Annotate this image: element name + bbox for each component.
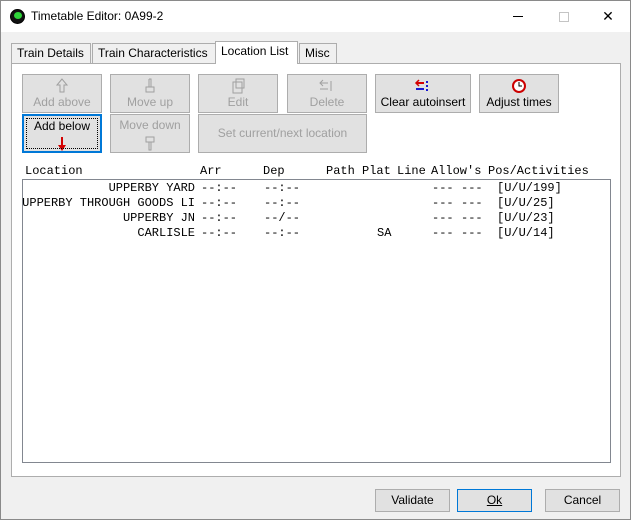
header-location: Location bbox=[25, 164, 83, 178]
arrow-down-icon bbox=[24, 136, 100, 152]
header-plat: Plat bbox=[362, 164, 391, 178]
ok-button[interactable]: Ok bbox=[457, 489, 532, 512]
cell-dep: --:-- bbox=[264, 181, 301, 195]
cell-pos: [U/U/25] bbox=[497, 196, 555, 210]
cell-arr: --:-- bbox=[201, 211, 238, 225]
timetable-editor-window: Timetable Editor: 0A99-2 ✕ Train Details… bbox=[0, 0, 631, 520]
adjust-times-label: Adjust times bbox=[486, 95, 552, 109]
delete-label: Delete bbox=[309, 95, 345, 109]
cell-allow2: --- bbox=[461, 211, 483, 225]
window-title: Timetable Editor: 0A99-2 bbox=[31, 9, 164, 23]
move-up-button: Move up bbox=[110, 74, 190, 113]
cell-arr: --:-- bbox=[201, 226, 238, 240]
add-above-label: Add above bbox=[33, 95, 91, 109]
set-current-next-label: Set current/next location bbox=[217, 126, 348, 140]
hand-up-icon bbox=[111, 78, 189, 94]
cell-allow1: --- bbox=[432, 196, 454, 210]
hand-down-icon bbox=[111, 135, 189, 151]
maximize-icon bbox=[559, 11, 569, 22]
minimize-icon bbox=[513, 16, 523, 17]
cell-location: UPPERBY JN bbox=[122, 211, 195, 225]
edit-button: Edit bbox=[198, 74, 278, 113]
maximize-button bbox=[541, 1, 587, 32]
tab-train-characteristics[interactable]: Train Characteristics bbox=[92, 43, 216, 63]
delete-button: Delete bbox=[287, 74, 367, 113]
table-row[interactable]: UPPERBY JN --:-- --/-- --- --- [U/U/23] bbox=[23, 211, 610, 226]
validate-button[interactable]: Validate bbox=[375, 489, 450, 512]
close-icon: ✕ bbox=[602, 8, 614, 24]
delete-icon bbox=[288, 78, 366, 94]
table-row[interactable]: CARLISLE --:-- --:-- SA --- --- [U/U/14] bbox=[23, 226, 610, 241]
clock-icon bbox=[480, 78, 558, 94]
cancel-button[interactable]: Cancel bbox=[545, 489, 620, 512]
cell-dep: --/-- bbox=[264, 211, 301, 225]
clear-autoinsert-icon bbox=[376, 78, 470, 94]
header-arr: Arr bbox=[200, 164, 222, 178]
app-icon bbox=[10, 9, 25, 24]
cell-location: UPPERBY THROUGH GOODS LI bbox=[22, 196, 195, 210]
cell-allow2: --- bbox=[461, 226, 483, 240]
cell-allow1: --- bbox=[432, 226, 454, 240]
add-above-button: Add above bbox=[22, 74, 102, 113]
cell-plat: SA bbox=[377, 226, 392, 240]
validate-label: Validate bbox=[391, 493, 434, 507]
minimize-button[interactable] bbox=[495, 1, 541, 32]
tab-label: Location List bbox=[221, 44, 289, 58]
cell-dep: --:-- bbox=[264, 226, 301, 240]
location-listbox[interactable]: UPPERBY YARD --:-- --:-- --- --- [U/U/19… bbox=[22, 179, 611, 463]
cell-pos: [U/U/199] bbox=[497, 181, 562, 195]
cell-allow1: --- bbox=[432, 211, 454, 225]
edit-icon bbox=[199, 78, 277, 94]
tab-label: Train Details bbox=[17, 46, 84, 60]
tab-label: Train Characteristics bbox=[98, 46, 208, 60]
cancel-label: Cancel bbox=[563, 493, 602, 507]
ok-label: Ok bbox=[486, 493, 503, 507]
header-dep: Dep bbox=[263, 164, 285, 178]
title-bar[interactable]: Timetable Editor: 0A99-2 ✕ bbox=[1, 1, 630, 32]
set-current-next-location-button: Set current/next location bbox=[198, 114, 367, 153]
cell-dep: --:-- bbox=[264, 196, 301, 210]
cell-pos: [U/U/14] bbox=[497, 226, 555, 240]
move-up-label: Move up bbox=[126, 95, 174, 109]
cell-allow1: --- bbox=[432, 181, 454, 195]
cell-pos: [U/U/23] bbox=[497, 211, 555, 225]
add-below-button[interactable]: Add below bbox=[22, 114, 102, 153]
cell-allow2: --- bbox=[461, 181, 483, 195]
add-below-label: Add below bbox=[33, 119, 91, 133]
cell-arr: --:-- bbox=[201, 196, 238, 210]
clear-autoinsert-label: Clear autoinsert bbox=[380, 95, 466, 109]
edit-label: Edit bbox=[227, 95, 249, 109]
adjust-times-button[interactable]: Adjust times bbox=[479, 74, 559, 113]
arrow-up-icon bbox=[23, 78, 101, 94]
cell-location: CARLISLE bbox=[137, 226, 195, 240]
cell-location: UPPERBY YARD bbox=[108, 181, 195, 195]
header-allows: Allow's bbox=[431, 164, 482, 178]
close-button[interactable]: ✕ bbox=[585, 1, 631, 32]
move-down-label: Move down bbox=[119, 118, 181, 132]
header-path: Path bbox=[326, 164, 355, 178]
table-row[interactable]: UPPERBY THROUGH GOODS LI --:-- --:-- ---… bbox=[22, 196, 610, 211]
header-line: Line bbox=[397, 164, 426, 178]
clear-autoinsert-button[interactable]: Clear autoinsert bbox=[375, 74, 471, 113]
tab-misc[interactable]: Misc bbox=[299, 43, 337, 63]
tab-label: Misc bbox=[305, 46, 330, 60]
move-down-button: Move down bbox=[110, 114, 190, 153]
cell-allow2: --- bbox=[461, 196, 483, 210]
header-pos-activities: Pos/Activities bbox=[488, 164, 589, 178]
tab-location-list[interactable]: Location List bbox=[215, 41, 298, 64]
table-row[interactable]: UPPERBY YARD --:-- --:-- --- --- [U/U/19… bbox=[23, 181, 610, 196]
tab-train-details[interactable]: Train Details bbox=[11, 43, 91, 63]
cell-arr: --:-- bbox=[201, 181, 238, 195]
